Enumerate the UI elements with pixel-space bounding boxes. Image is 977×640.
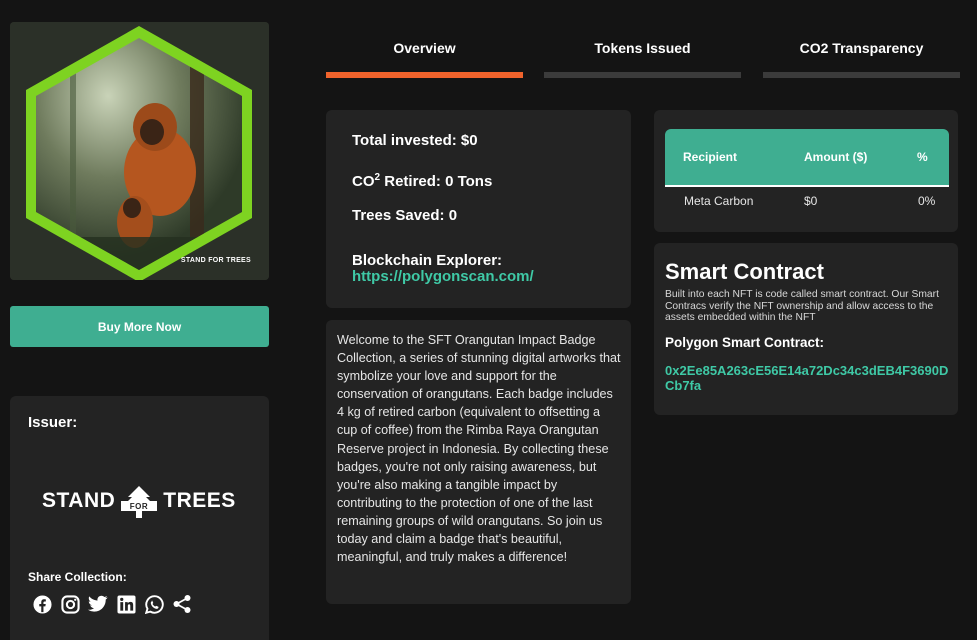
smart-contract-title: Smart Contract xyxy=(665,259,824,284)
header-amount: Amount ($) xyxy=(804,150,868,164)
recipient-name: Meta Carbon xyxy=(684,194,754,208)
facebook-icon[interactable] xyxy=(32,594,52,614)
collection-description: Welcome to the SFT Orangutan Impact Badg… xyxy=(337,333,621,565)
tab-co2-transparency-indicator xyxy=(763,72,960,78)
blockchain-explorer-link[interactable]: https://polygonscan.com/ xyxy=(352,268,534,285)
smart-contract-body: Built into each NFT is code called smart… xyxy=(665,289,939,323)
co2-retired: CO2 Retired: 0 Tons xyxy=(352,172,492,190)
recipient-percent: 0% xyxy=(918,194,936,208)
collection-description-card: Welcome to the SFT Orangutan Impact Badg… xyxy=(326,320,631,604)
linkedin-icon[interactable] xyxy=(116,594,136,614)
tab-tokens-issued-indicator xyxy=(544,72,741,78)
whatsapp-icon[interactable] xyxy=(144,594,164,614)
share-icon[interactable] xyxy=(172,594,192,614)
total-invested: Total invested: $0 xyxy=(352,132,478,149)
share-label: Share Collection: xyxy=(28,570,127,584)
co2-prefix: CO xyxy=(352,173,375,190)
logo-tree-emblem: FOR xyxy=(119,484,159,518)
recipient-table-header: Recipient Amount ($) % xyxy=(665,129,949,187)
stand-for-trees-logo[interactable]: STAND FOR TREES xyxy=(42,484,236,518)
header-percent: % xyxy=(917,150,928,164)
instagram-icon[interactable] xyxy=(60,594,80,614)
blockchain-explorer-label: Blockchain Explorer: xyxy=(352,252,503,269)
twitter-icon[interactable] xyxy=(88,594,108,614)
nft-image: STAND FOR TREES xyxy=(10,22,269,280)
header-recipient: Recipient xyxy=(683,150,738,164)
brand-watermark: STAND FOR TREES xyxy=(180,257,251,264)
polygon-contract-label: Polygon Smart Contract: xyxy=(665,335,825,350)
tab-co2-transparency[interactable]: CO2 Transparency xyxy=(763,40,960,56)
issuer-card: Issuer: STAND FOR TREES Share Collection… xyxy=(10,396,269,640)
tab-tokens-issued[interactable]: Tokens Issued xyxy=(544,40,741,56)
co2-retired-value: Retired: 0 Tons xyxy=(380,173,493,190)
recipient-amount: $0 xyxy=(804,194,818,208)
issuer-label: Issuer: xyxy=(28,414,78,431)
logo-text-stand: STAND xyxy=(42,489,116,512)
contract-address[interactable]: 0x2Ee85A263cE56E14a72Dc34c3dEB4F3690DCb7… xyxy=(665,363,951,393)
recipient-table-card: Recipient Amount ($) % Meta Carbon $0 0% xyxy=(654,110,958,232)
smart-contract-card: Smart Contract Built into each NFT is co… xyxy=(654,243,958,415)
buy-more-button[interactable]: Buy More Now xyxy=(10,306,269,347)
impact-stats-card: Total invested: $0 CO2 Retired: 0 Tons T… xyxy=(326,110,631,308)
logo-text-trees: TREES xyxy=(163,489,236,512)
logo-text-for: FOR xyxy=(130,502,148,511)
trees-saved: Trees Saved: 0 xyxy=(352,207,458,224)
tab-overview-indicator xyxy=(326,72,523,78)
social-share-links xyxy=(32,594,192,614)
tab-overview[interactable]: Overview xyxy=(326,40,523,56)
